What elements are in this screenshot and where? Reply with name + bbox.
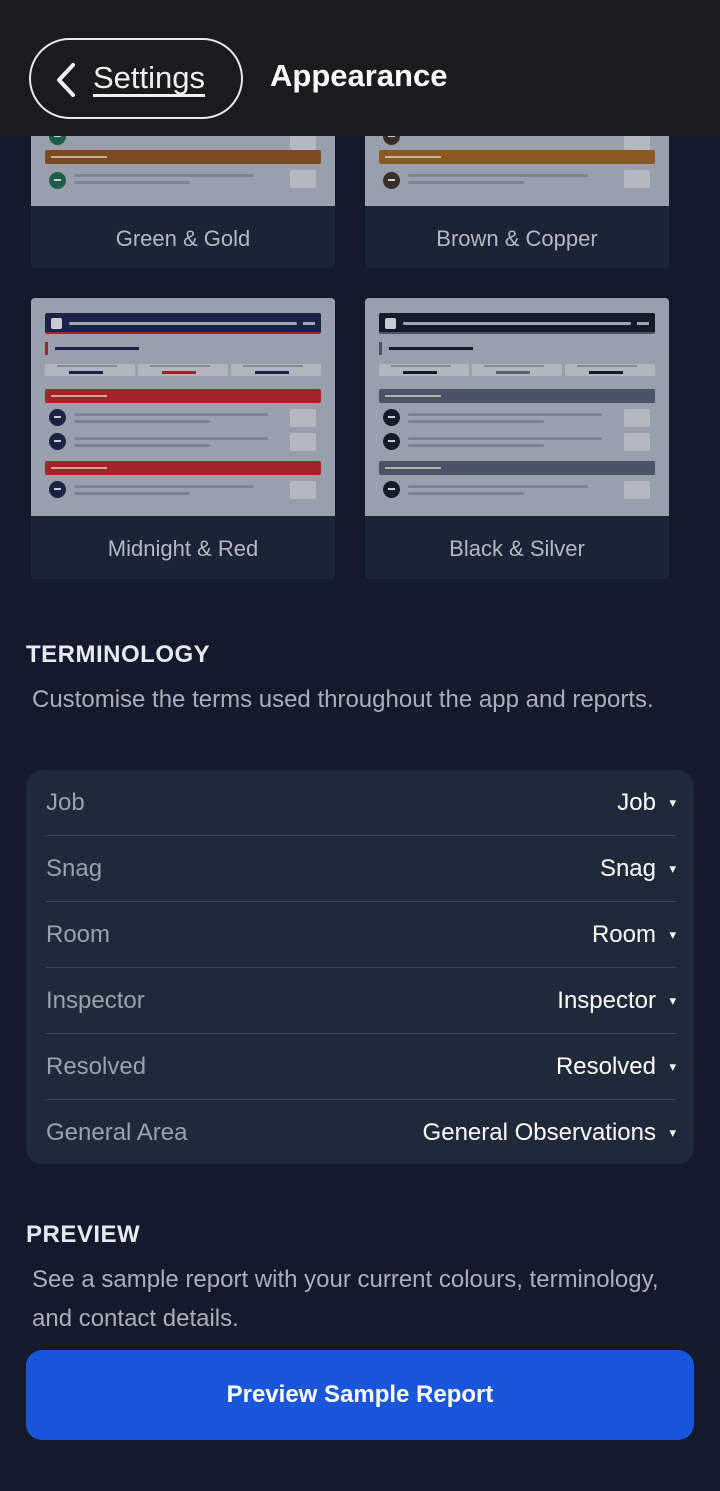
caret-down-icon: ▾ xyxy=(669,1059,676,1074)
terminology-description: Customise the terms used throughout the … xyxy=(32,686,654,713)
term-value-select[interactable]: Resolved xyxy=(556,1053,656,1081)
preview-sample-report-button[interactable]: Preview Sample Report xyxy=(26,1350,694,1440)
term-label: Snag xyxy=(46,855,103,882)
back-button[interactable]: Settings xyxy=(29,38,243,119)
top-nav-bar: Settings Appearance xyxy=(0,0,720,136)
page-title: Appearance xyxy=(270,58,448,93)
preview-button-label: Preview Sample Report xyxy=(226,1381,494,1408)
preview-heading: PREVIEW xyxy=(26,1221,141,1248)
theme-preview-thumbnail xyxy=(31,298,335,516)
term-label: Inspector xyxy=(46,987,145,1014)
caret-down-icon: ▾ xyxy=(669,927,676,942)
theme-preview-thumbnail xyxy=(365,298,669,516)
caret-down-icon: ▾ xyxy=(669,861,676,876)
term-value-select[interactable]: Job xyxy=(617,789,656,817)
preview-description: See a sample report with your current co… xyxy=(32,1266,659,1332)
terminology-heading: TERMINOLOGY xyxy=(26,641,211,668)
term-value-select[interactable]: Snag xyxy=(600,855,656,883)
caret-down-icon: ▾ xyxy=(669,993,676,1008)
back-button-label: Settings xyxy=(93,60,206,95)
theme-card-black-silver[interactable]: Black & Silver xyxy=(365,298,669,579)
theme-name: Green & Gold xyxy=(115,226,251,251)
term-value-select[interactable]: Inspector xyxy=(557,987,656,1015)
caret-down-icon: ▾ xyxy=(669,795,676,810)
terminology-list: Job Job ▾ Snag Snag ▾ Room Room ▾ Inspec… xyxy=(26,770,694,1164)
chevron-left-icon xyxy=(57,63,75,97)
term-label: Room xyxy=(46,921,111,948)
terminology-row-room[interactable]: Room Room ▾ xyxy=(46,902,676,968)
theme-card-midnight-red[interactable]: Midnight & Red xyxy=(31,298,335,579)
terminology-row-snag[interactable]: Snag Snag ▾ xyxy=(46,836,676,902)
theme-name: Midnight & Red xyxy=(107,536,259,561)
terminology-row-job[interactable]: Job Job ▾ xyxy=(46,770,676,836)
theme-name: Black & Silver xyxy=(449,536,585,561)
term-label: General Area xyxy=(46,1119,188,1146)
term-value-select[interactable]: General Observations xyxy=(423,1119,656,1147)
terminology-row-general-area[interactable]: General Area General Observations ▾ xyxy=(46,1100,676,1166)
terminology-row-inspector[interactable]: Inspector Inspector ▾ xyxy=(46,968,676,1034)
term-label: Job xyxy=(46,789,85,816)
theme-name: Brown & Copper xyxy=(436,226,598,251)
term-value-select[interactable]: Room xyxy=(592,921,656,949)
terminology-row-resolved[interactable]: Resolved Resolved ▾ xyxy=(46,1034,676,1100)
caret-down-icon: ▾ xyxy=(669,1125,676,1140)
term-label: Resolved xyxy=(46,1053,147,1080)
